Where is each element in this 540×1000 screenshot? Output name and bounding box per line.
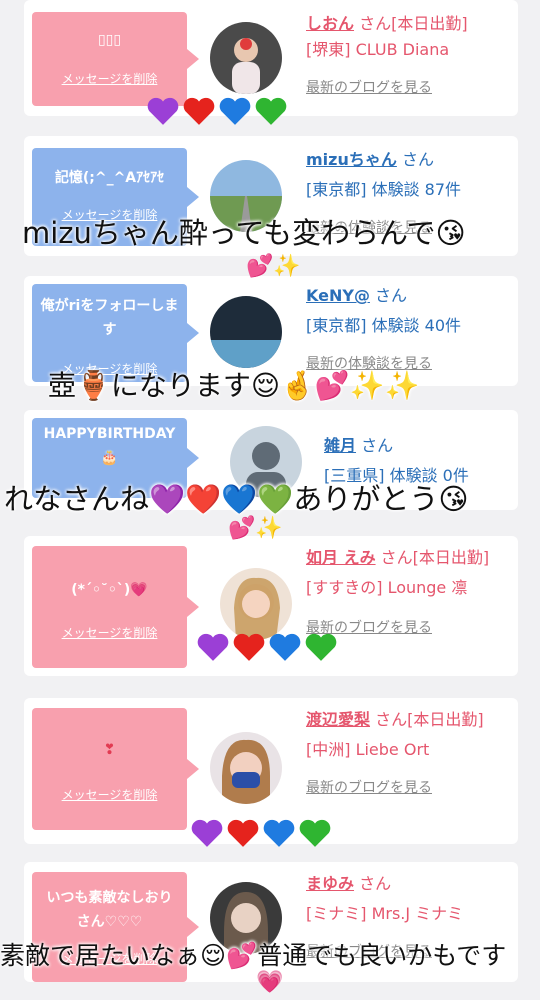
overlay-caption: れなさんね💜❤️💙💚ありがとう😘 — [4, 482, 469, 516]
blue-heart-icon — [263, 819, 295, 847]
name-suffix: さん — [359, 874, 392, 893]
hearts-sticker — [196, 632, 338, 662]
profile-name-link[interactable]: 雑月 — [324, 436, 356, 455]
profile-name-link[interactable]: 如月 えみ — [306, 548, 376, 567]
name-suffix: さん — [401, 150, 434, 169]
purple-heart-icon — [191, 819, 223, 847]
latest-blog-link[interactable]: 最新のブログを見る — [306, 776, 508, 800]
pink-heart-sticker: 💗 — [256, 970, 284, 995]
green-heart-icon — [299, 819, 331, 847]
shop-label: [東京都] 体験談 87件 — [306, 180, 462, 199]
profile-info: 如月 えみ さん[本日出勤] [すすきの] Lounge 凛 最新のブログを見る — [306, 546, 508, 640]
delete-message-link[interactable]: メッセージを削除 — [32, 70, 187, 87]
green-heart-icon — [305, 633, 337, 661]
avatar[interactable] — [220, 568, 292, 640]
profile-name-link[interactable]: しおん — [306, 14, 354, 33]
name-suffix: さん — [375, 286, 408, 305]
profile-name-link[interactable]: 渡辺愛梨 — [306, 710, 370, 729]
hearts-sticker — [190, 818, 332, 848]
message-text: 記憶(;^_^Aｱｾｱｾ — [54, 170, 165, 186]
red-heart-icon — [227, 819, 259, 847]
shop-label: [すすきの] Lounge 凛 — [306, 578, 468, 597]
name-suffix: さん[本日出勤] — [375, 710, 484, 729]
message-bubble: ▯▯▯ メッセージを削除 — [32, 12, 199, 106]
overlay-caption: 壺🏺になります😌🤞💕✨✨ — [48, 369, 420, 402]
red-heart-icon — [183, 97, 215, 125]
green-heart-icon — [255, 97, 287, 125]
name-suffix: さん — [361, 436, 394, 455]
message-text: HAPPYBIRTHDAY 🎂 — [43, 426, 176, 466]
overlay-caption: 素敵で居たいなぁ😌💕普通でも良いかもです — [0, 941, 507, 970]
message-text: いつも素敵なしおりさん♡♡♡ — [46, 890, 173, 930]
purple-heart-icon — [197, 633, 229, 661]
delete-message-link[interactable]: メッセージを削除 — [32, 786, 187, 803]
shop-label: [堺東] CLUB Diana — [306, 40, 450, 59]
shop-label: [中洲] Liebe Ort — [306, 740, 430, 759]
message-text: ▯▯▯ — [97, 32, 122, 48]
profile-info: 渡辺愛梨 さん[本日出勤] [中洲] Liebe Ort 最新のブログを見る — [306, 708, 508, 800]
shop-label: [東京都] 体験談 40件 — [306, 316, 462, 335]
message-text: (*´◦˘◦`)💗 — [71, 582, 148, 598]
shop-label: [ミナミ] Mrs.J ミナミ — [306, 904, 464, 923]
message-bubble: ❣ メッセージを削除 — [32, 708, 199, 830]
profile-name-link[interactable]: mizuちゃん — [306, 150, 397, 169]
hearts-sticker — [146, 96, 288, 126]
avatar[interactable] — [210, 732, 282, 804]
name-suffix: さん[本日出勤] — [380, 548, 490, 567]
profile-info: KeNY@ さん [東京都] 体験談 40件 最新の体験談を見る — [306, 284, 508, 376]
blue-heart-icon — [219, 97, 251, 125]
message-text: 俺がriをフォローします — [40, 298, 179, 338]
latest-blog-link[interactable]: 最新のブログを見る — [306, 76, 508, 100]
sparkle-hearts-sticker: 💕✨ — [246, 254, 301, 279]
blue-heart-icon — [269, 633, 301, 661]
avatar[interactable] — [210, 296, 282, 368]
purple-heart-icon — [147, 97, 179, 125]
red-heart-icon — [233, 633, 265, 661]
name-suffix: さん[本日出勤] — [359, 14, 468, 33]
profile-name-link[interactable]: まゆみ — [306, 874, 354, 893]
delete-message-link[interactable]: メッセージを削除 — [32, 624, 187, 641]
sparkle-hearts-sticker: 💕✨ — [228, 516, 283, 541]
profile-name-link[interactable]: KeNY@ — [306, 286, 370, 305]
message-bubble: (*´◦˘◦`)💗 メッセージを削除 — [32, 546, 199, 668]
avatar[interactable] — [210, 22, 282, 94]
message-text: ❣ — [103, 742, 116, 758]
overlay-caption: mizuちゃん酔っても変わらんで😘 — [22, 216, 466, 250]
profile-info: しおん さん[本日出勤] [堺東] CLUB Diana 最新のブログを見る — [306, 12, 508, 100]
